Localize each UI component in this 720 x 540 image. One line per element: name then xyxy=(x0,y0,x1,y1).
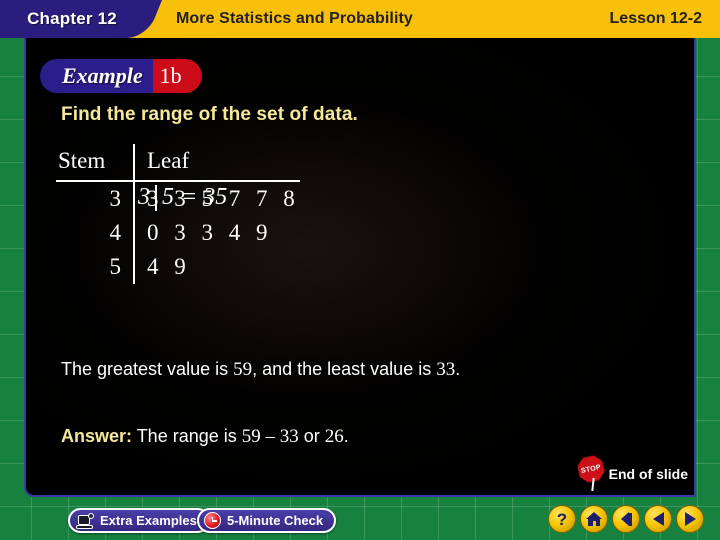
answer-label: Answer: xyxy=(61,426,133,446)
stem-cell: 5 xyxy=(56,250,135,284)
table-row: 5 4 9 xyxy=(56,250,300,284)
content-panel: Example 1b Find the range of the set of … xyxy=(24,38,696,497)
leaf-cell: 4 9 xyxy=(147,254,191,279)
example-badge-number-wrap: 1b xyxy=(152,59,202,93)
slide-header: Chapter 12 More Statistics and Probabili… xyxy=(0,0,720,38)
previous-section-button[interactable] xyxy=(612,505,640,533)
answer-result: 26 xyxy=(324,426,344,447)
header-title: More Statistics and Probability xyxy=(176,10,413,27)
example-badge-label-wrap: Example xyxy=(40,59,153,93)
leaf-header: Leaf xyxy=(147,148,190,173)
question-mark-icon: ? xyxy=(556,509,568,529)
help-button[interactable]: ? xyxy=(548,505,576,533)
key-equals: = 35 xyxy=(181,184,228,210)
table-row: 4 0 3 3 4 9 xyxy=(56,216,300,250)
statement-text-b: , and the least value is xyxy=(252,359,437,379)
key-divider-icon xyxy=(155,184,157,211)
stem-header: Stem xyxy=(56,144,135,179)
key-leaf: 5 xyxy=(162,184,174,210)
example-badge-label: Example xyxy=(62,63,143,88)
chapter-label: Chapter 12 xyxy=(27,9,117,28)
back-arrow-icon xyxy=(652,512,664,526)
prompt-text: Find the range of the set of data. xyxy=(61,104,358,125)
stem-and-leaf-plot: Stem Leaf 3 3 3 5 7 7 8 4 0 3 3 4 9 5 4 … xyxy=(56,144,300,284)
example-badge: Example 1b xyxy=(40,59,202,93)
next-arrow-icon xyxy=(684,512,696,526)
statement-text-a: The greatest value is xyxy=(61,359,234,379)
end-of-slide-label: End of slide xyxy=(608,466,688,482)
slide-root: Chapter 12 More Statistics and Probabili… xyxy=(0,0,720,540)
header-lesson: Lesson 12-2 xyxy=(609,10,702,27)
rewind-icon xyxy=(620,512,632,526)
extra-examples-button[interactable]: Extra Examples xyxy=(68,508,210,533)
key-stem: 3 xyxy=(138,184,150,210)
statement-number-least: 33 xyxy=(436,359,456,380)
answer-text-a: The range is xyxy=(132,426,242,446)
five-minute-check-label: 5-Minute Check xyxy=(227,513,324,528)
statement-number-greatest: 59 xyxy=(233,359,253,380)
statement-greatest-least: The greatest value is 59, and the least … xyxy=(61,359,694,381)
leaf-cell: 0 3 3 4 9 xyxy=(147,220,273,245)
header-inner: Chapter 12 More Statistics and Probabili… xyxy=(0,0,720,38)
stem-leaf-header-row: Stem Leaf xyxy=(56,144,300,179)
statement-text-c: . xyxy=(455,359,461,379)
stem-cell: 4 xyxy=(56,216,135,250)
stop-sign-label: STOP xyxy=(580,463,602,475)
projector-icon xyxy=(75,512,94,529)
back-button[interactable] xyxy=(644,505,672,533)
answer-text-c: . xyxy=(343,426,349,446)
chapter-tab: Chapter 12 xyxy=(0,0,152,38)
home-button[interactable] xyxy=(580,505,608,533)
example-badge-number: 1b xyxy=(159,63,182,88)
answer-line: Answer: The range is 59 – 33 or 26. xyxy=(61,426,694,448)
extra-examples-label: Extra Examples xyxy=(100,513,197,528)
clock-icon xyxy=(204,512,221,529)
end-of-slide-indicator: STOP End of slide xyxy=(576,456,688,492)
stop-sign-icon: STOP xyxy=(576,456,606,492)
five-minute-check-button[interactable]: 5-Minute Check xyxy=(197,508,337,533)
stem-leaf-table: Stem Leaf 3 3 3 5 7 7 8 4 0 3 3 4 9 5 4 … xyxy=(56,144,300,284)
next-button[interactable] xyxy=(676,505,704,533)
stem-leaf-key: 3 5 = 35 xyxy=(138,184,227,211)
stem-cell: 3 xyxy=(56,181,135,216)
home-icon xyxy=(586,512,602,526)
answer-text-b: or xyxy=(298,426,325,446)
answer-expression: 59 – 33 xyxy=(241,426,299,447)
